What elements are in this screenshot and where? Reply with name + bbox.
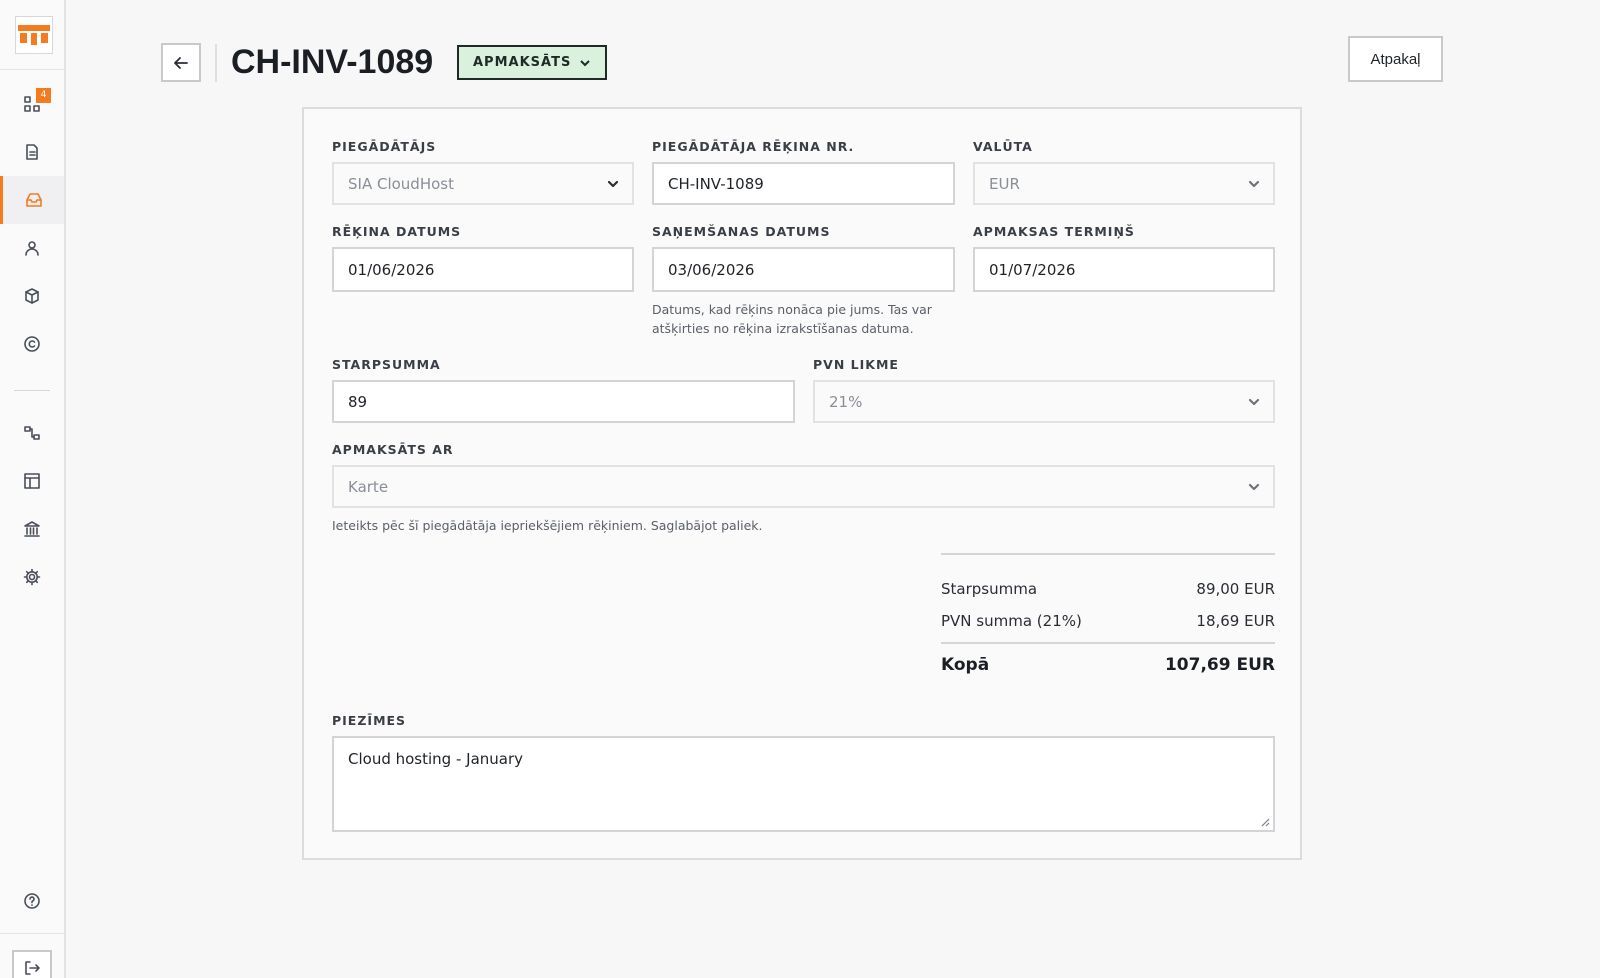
page-title: CH-INV-1089 — [231, 43, 434, 81]
totals-grand-label: Kopā — [941, 655, 990, 675]
help-icon — [24, 893, 40, 909]
paid-with-label: APMAKSĀTS AR — [332, 442, 454, 457]
totals-subtotal-row: Starpsumma 89,00 EUR — [941, 580, 1275, 598]
sidebar-item-layout[interactable] — [0, 457, 64, 505]
received-date-value: 03/06/2026 — [668, 260, 755, 279]
due-date-value: 01/07/2026 — [989, 260, 1076, 279]
back-arrow-button[interactable] — [161, 43, 201, 82]
logout-button[interactable] — [12, 950, 52, 978]
sidebar-item-dashboard[interactable]: 4 — [0, 80, 64, 128]
bank-icon — [24, 521, 40, 537]
person-icon — [25, 241, 39, 256]
copyright-icon — [24, 336, 40, 352]
vat-rate-label: PVN LIKME — [813, 357, 899, 372]
supplier-invoice-no-value: CH-INV-1089 — [668, 174, 764, 193]
notes-label: PIEZĪMES — [332, 713, 407, 728]
sidebar-divider-top — [0, 69, 64, 70]
sidebar-item-contacts[interactable] — [0, 224, 64, 272]
currency-select[interactable]: EUR — [973, 162, 1275, 205]
received-date-label: SAŅEMŠANAS DATUMS — [652, 224, 831, 239]
supplier-select[interactable]: SIA CloudHost — [332, 162, 634, 205]
totals-vat-label: PVN summa (21%) — [941, 612, 1082, 630]
totals-grand-row: Kopā 107,69 EUR — [941, 655, 1275, 675]
notes-value: Cloud hosting - January — [348, 750, 524, 768]
sidebar-item-documents[interactable] — [0, 128, 64, 176]
sidebar-item-integrations[interactable] — [0, 409, 64, 457]
sidebar-item-products[interactable] — [0, 272, 64, 320]
invoice-date-value: 01/06/2026 — [348, 260, 435, 279]
paid-with-select[interactable]: Karte — [332, 465, 1275, 508]
sidebar-item-copyright[interactable] — [0, 320, 64, 368]
chevron-down-icon — [1248, 483, 1260, 491]
logo-icon — [18, 25, 50, 45]
sidebar-divider — [14, 390, 50, 391]
due-date-input[interactable]: 01/07/2026 — [973, 247, 1275, 292]
sidebar-item-bank[interactable] — [0, 505, 64, 553]
app-logo[interactable] — [15, 16, 53, 54]
supplier-invoice-no-input[interactable]: CH-INV-1089 — [652, 162, 955, 205]
subtotal-label: STARPSUMMA — [332, 357, 441, 372]
received-date-hint-line2: atšķirties no rēķina izrakstīšanas datum… — [652, 321, 914, 336]
invoice-date-input[interactable]: 01/06/2026 — [332, 247, 634, 292]
paid-with-hint: Ieteikts pēc šī piegādātāja iepriekšējie… — [332, 518, 763, 533]
supplier-value: SIA CloudHost — [348, 174, 454, 193]
supplier-invoice-no-label: PIEGĀDĀTĀJA RĒĶINA NR. — [652, 139, 855, 154]
supplier-label: PIEGĀDĀTĀJS — [332, 139, 437, 154]
status-label: APMAKSĀTS — [473, 55, 572, 70]
currency-value: EUR — [989, 174, 1020, 193]
back-button[interactable]: Atpakaļ — [1348, 36, 1443, 82]
subtotal-value: 89 — [348, 392, 368, 411]
status-dropdown[interactable]: APMAKSĀTS — [457, 45, 608, 80]
arrow-left-icon — [174, 56, 188, 69]
sidebar-item-settings[interactable] — [0, 553, 64, 601]
totals-grand-value: 107,69 EUR — [1164, 655, 1275, 675]
resize-handle-icon[interactable] — [1260, 817, 1270, 827]
chevron-down-icon — [1248, 398, 1260, 406]
logout-icon — [25, 961, 40, 975]
layout-icon — [24, 473, 40, 489]
inbox-icon — [25, 193, 42, 207]
gear-icon — [23, 568, 41, 586]
totals-divider-top — [941, 553, 1275, 555]
totals-vat-value: 18,69 EUR — [1196, 612, 1275, 630]
sidebar-item-inbox[interactable] — [0, 176, 64, 224]
document-icon — [26, 144, 38, 160]
box-icon — [25, 288, 39, 304]
paid-with-value: Karte — [348, 477, 389, 496]
sidebar-divider-bottom — [0, 933, 64, 934]
received-date-input[interactable]: 03/06/2026 — [652, 247, 955, 292]
due-date-label: APMAKSAS TERMIŅŠ — [973, 224, 1135, 239]
totals-subtotal-label: Starpsumma — [941, 580, 1038, 598]
totals-vat-row: PVN summa (21%) 18,69 EUR — [941, 612, 1275, 630]
invoice-form-card: PIEGĀDĀTĀJS SIA CloudHost PIEGĀDĀTĀJA RĒ… — [302, 107, 1302, 860]
totals-divider — [941, 642, 1275, 644]
received-date-hint: Datums, kad rēķins nonāca pie jums. Tas … — [652, 300, 955, 338]
header-separator — [215, 44, 217, 82]
notes-textarea[interactable]: Cloud hosting - January — [332, 736, 1275, 832]
subtotal-input[interactable]: 89 — [332, 380, 795, 423]
notification-badge: 4 — [36, 88, 51, 103]
totals-subtotal-value: 89,00 EUR — [1196, 580, 1275, 598]
flow-icon — [24, 426, 40, 440]
chevron-down-icon — [580, 59, 591, 66]
received-date-hint-line1: Datums, kad rēķins nonāca pie jums. Tas … — [652, 302, 932, 317]
vat-rate-select[interactable]: 21% — [813, 380, 1275, 423]
invoice-date-label: RĒĶINA DATUMS — [332, 224, 462, 239]
vat-rate-value: 21% — [829, 392, 863, 411]
chevron-down-icon — [1248, 180, 1260, 188]
sidebar-item-help[interactable] — [0, 877, 64, 925]
currency-label: VALŪTA — [973, 139, 1033, 154]
sidebar: 4 — [0, 0, 66, 978]
chevron-down-icon — [607, 180, 619, 188]
